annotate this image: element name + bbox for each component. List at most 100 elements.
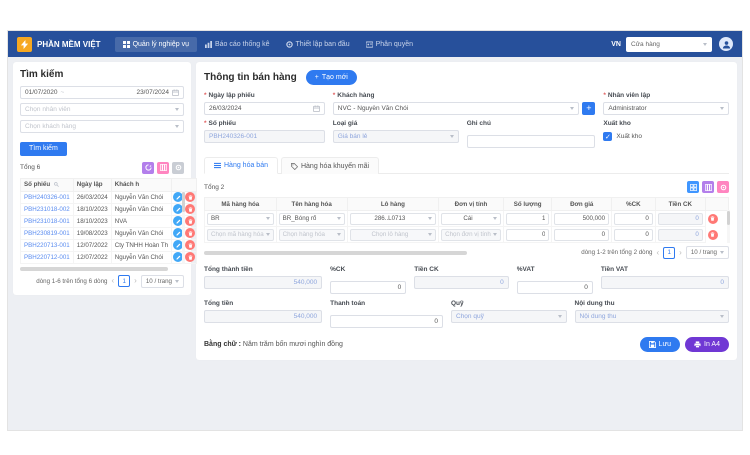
create-new-button[interactable]: + Tạo mới (306, 70, 357, 85)
next-page-button[interactable]: › (679, 249, 682, 257)
delete-button[interactable] (185, 240, 195, 250)
delete-button[interactable] (185, 216, 195, 226)
vertical-scrollbar[interactable] (727, 210, 730, 243)
page-size-select[interactable]: 10 / trang (686, 246, 729, 259)
results-toolbar: Tổng 6 (20, 162, 184, 174)
tab-goods-sold[interactable]: Hàng hóa bán (204, 157, 278, 174)
field-grand-total: Tổng tiền 540,000 (204, 300, 322, 328)
horizontal-scrollbar[interactable] (204, 251, 569, 255)
customer-select[interactable]: Chọn khách hàng (20, 120, 184, 133)
note-input[interactable] (467, 135, 596, 148)
horizontal-scrollbar[interactable] (20, 267, 184, 271)
col-header-code[interactable]: Số phiếu (21, 178, 74, 191)
plus-icon: + (315, 74, 319, 81)
delete-button[interactable] (185, 228, 195, 238)
receipt-code-link[interactable]: PBH240326-001 (21, 191, 74, 203)
field-receipt-code: *Số phiếu PBH240326-001 (204, 120, 325, 148)
page-number-button[interactable]: 1 (663, 247, 675, 259)
item-name-select[interactable]: Chọn hàng hóa (279, 229, 345, 241)
receipt-customer: Cty TNHH Hoàn Th (111, 239, 171, 251)
calendar-icon (172, 89, 179, 96)
receipt-code-link[interactable]: PBH220712-001 (21, 251, 74, 263)
vat-pct-input[interactable] (517, 281, 593, 294)
store-select-value: Cửa hàng (631, 41, 700, 48)
issue-date-input[interactable]: 26/03/2024 (204, 102, 325, 115)
fund-select[interactable]: Chọn quỹ (451, 310, 567, 323)
delete-button[interactable] (185, 252, 195, 262)
columns-button[interactable] (157, 162, 169, 174)
table-row[interactable]: PBH231018-002 18/10/2023 Nguyễn Văn Chói (21, 203, 197, 215)
receipt-code-link[interactable]: PBH231018-001 (21, 215, 74, 227)
print-button[interactable]: In A4 (685, 337, 729, 352)
language-indicator[interactable]: VN (611, 41, 621, 48)
lot-select[interactable]: 286..L0713 (350, 213, 436, 225)
prev-page-button[interactable]: ‹ (657, 249, 660, 257)
settings-button[interactable] (172, 162, 184, 174)
receipt-content-select[interactable]: Nội dung thu (575, 310, 730, 323)
prev-page-button[interactable]: ‹ (112, 277, 115, 285)
discount-pct-input[interactable]: 0 (614, 229, 653, 241)
receipt-date: 18/10/2023 (73, 215, 111, 227)
payment-input[interactable] (330, 315, 443, 328)
col-header-unit: Đơn vị tính (439, 198, 504, 211)
table-row[interactable]: PBH230819-001 19/08/2023 Nguyễn Văn Chói (21, 227, 197, 239)
tab-promo-goods[interactable]: Hàng hóa khuyến mãi (281, 157, 379, 174)
delete-button[interactable] (185, 192, 195, 202)
employee-select[interactable]: Administrator (603, 102, 729, 115)
employee-select[interactable]: Chọn nhân viên (20, 103, 184, 116)
add-customer-button[interactable]: + (582, 102, 595, 115)
col-header-date[interactable]: Ngày lập (73, 178, 111, 191)
date-range-input[interactable]: 01/07/2020 ~ 23/07/2024 (20, 86, 184, 99)
chevron-down-icon (570, 107, 574, 110)
menu-initial-setup[interactable]: Thiết lập ban đầu (278, 37, 358, 52)
store-select[interactable]: Cửa hàng (626, 37, 712, 52)
menu-permissions[interactable]: Phân quyền (358, 37, 421, 52)
receipt-code-link[interactable]: PBH231018-002 (21, 203, 74, 215)
discount-pct-input[interactable] (330, 281, 406, 294)
field-discount-amt: Tiền CK 0 (414, 266, 509, 294)
price-type-select[interactable]: Giá bán lẻ (333, 130, 459, 143)
unit-select[interactable]: Chọn đơn vị tính (441, 229, 501, 241)
settings-button[interactable] (717, 181, 729, 193)
item-code-select[interactable]: BR (207, 213, 274, 225)
items-tabs: Hàng hóa bán Hàng hóa khuyến mãi (204, 156, 729, 174)
trash-icon (188, 219, 193, 224)
lot-select[interactable]: Chọn lô hàng (350, 229, 436, 241)
delete-button[interactable] (185, 204, 195, 214)
next-page-button[interactable]: › (134, 277, 137, 285)
vertical-scrollbar[interactable] (182, 191, 185, 264)
item-code-select[interactable]: Chọn mã hàng hóa (207, 229, 274, 241)
page-size-select[interactable]: 10 / trang (141, 275, 184, 288)
search-button[interactable]: Tìm kiếm (20, 142, 67, 156)
table-row[interactable]: PBH220712-001 12/07/2022 Nguyễn Văn Chói (21, 251, 197, 263)
delete-row-button[interactable] (708, 230, 718, 240)
receipt-code-input: PBH240326-001 (204, 130, 325, 143)
unit-select[interactable]: Cái (441, 213, 501, 225)
panel-footer: Bằng chữ : Năm trăm bốn mươi nghìn đồng … (204, 337, 729, 352)
stock-export-checkbox[interactable]: ✓ (603, 132, 612, 141)
receipts-table-wrap: Số phiếu Ngày lập Khách h PBH240326-001 … (20, 178, 184, 264)
price-input[interactable]: 0 (554, 229, 609, 241)
qty-input[interactable]: 1 (506, 213, 550, 225)
col-header-customer[interactable]: Khách h (111, 178, 171, 191)
table-row[interactable]: PBH220713-001 12/07/2022 Cty TNHH Hoàn T… (21, 239, 197, 251)
item-name-select[interactable]: BR_Bóng rổ (279, 213, 345, 225)
columns-button[interactable] (702, 181, 714, 193)
delete-row-button[interactable] (708, 214, 718, 224)
save-button[interactable]: Lưu (640, 337, 680, 352)
table-row[interactable]: PBH231018-001 18/10/2023 NVA (21, 215, 197, 227)
refresh-button[interactable] (142, 162, 154, 174)
receipt-code-link[interactable]: PBH230819-001 (21, 227, 74, 239)
price-input[interactable]: 500,000 (554, 213, 609, 225)
discount-pct-input[interactable]: 0 (614, 213, 653, 225)
menu-reports[interactable]: Báo cáo thống kê (197, 37, 278, 52)
qty-input[interactable]: 0 (506, 229, 550, 241)
page-number-button[interactable]: 1 (118, 275, 130, 287)
refresh-button[interactable] (687, 181, 699, 193)
user-avatar[interactable] (719, 37, 733, 51)
field-stock-export: Xuất kho ✓ Xuất kho (603, 120, 729, 148)
menu-business-operations[interactable]: Quản lý nghiệp vụ (115, 37, 197, 52)
receipt-code-link[interactable]: PBH220713-001 (21, 239, 74, 251)
table-row[interactable]: PBH240326-001 26/03/2024 Nguyễn Văn Chói (21, 191, 197, 203)
customer-select[interactable]: NVC - Nguyễn Văn Chói (333, 102, 580, 115)
